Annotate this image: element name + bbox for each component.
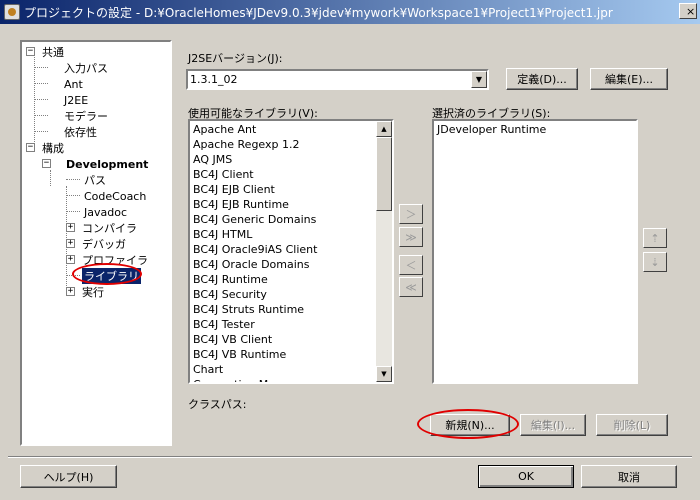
j2se-version-label: J2SEバージョン(J):: [188, 52, 283, 65]
define-button[interactable]: 定義(D)...: [506, 68, 578, 90]
expand-icon[interactable]: +: [66, 239, 75, 248]
tree-item-label: ライブラリ: [82, 268, 141, 284]
tree-line: [34, 67, 48, 68]
scroll-thumb[interactable]: [376, 137, 392, 211]
list-item[interactable]: BC4J VB Runtime: [191, 347, 391, 362]
collapse-icon[interactable]: −: [26, 47, 35, 56]
tree-line: [66, 275, 80, 276]
list-item[interactable]: BC4J EJB Runtime: [191, 197, 391, 212]
list-item[interactable]: BC4J Tester: [191, 317, 391, 332]
tree-line: [66, 211, 80, 212]
tree-item-modeler[interactable]: モデラー: [64, 108, 108, 124]
tree-line: [50, 170, 51, 186]
new-classpath-button[interactable]: 新規(N)...: [430, 414, 510, 436]
close-button[interactable]: ×: [679, 3, 697, 19]
add-all-libraries-button[interactable]: ≫: [399, 227, 423, 247]
tree-item-j2ee[interactable]: J2EE: [64, 92, 88, 108]
tree-line: [34, 99, 48, 100]
tree-item-label: プロファイラ: [82, 254, 148, 267]
tree-item-libraries[interactable]: ライブラリ: [82, 268, 141, 284]
edit-classpath-button[interactable]: 編集(I)...: [520, 414, 586, 436]
tree-item-path[interactable]: パス: [84, 172, 106, 188]
dropdown-arrow-icon[interactable]: ▼: [471, 71, 487, 88]
cancel-button[interactable]: 取消: [581, 465, 677, 488]
list-item[interactable]: BC4J Generic Domains: [191, 212, 391, 227]
tree-item-dependencies[interactable]: 依存性: [64, 124, 97, 140]
selected-libraries-items: JDeveloper Runtime: [435, 122, 635, 137]
move-down-button[interactable]: ⇣: [643, 252, 667, 272]
expand-icon[interactable]: +: [66, 223, 75, 232]
tree-item-label: デバッガ: [82, 238, 126, 251]
move-up-button[interactable]: ⇡: [643, 228, 667, 248]
window-title: プロジェクトの設定 - D:¥OracleHomes¥JDev9.0.3¥jde…: [24, 5, 613, 20]
j2se-version-select[interactable]: 1.3.1_02 ▼: [186, 69, 489, 90]
scroll-up-icon[interactable]: ▲: [376, 121, 392, 137]
tree-item-label: 実行: [82, 286, 104, 299]
list-item[interactable]: AQ JMS: [191, 152, 391, 167]
list-item[interactable]: BC4J VB Client: [191, 332, 391, 347]
tree-line: [34, 131, 48, 132]
footer-separator: [8, 456, 692, 458]
selected-libraries-list[interactable]: JDeveloper Runtime: [432, 119, 638, 384]
list-item[interactable]: BC4J Struts Runtime: [191, 302, 391, 317]
list-item[interactable]: BC4J Runtime: [191, 272, 391, 287]
scroll-down-icon[interactable]: ▼: [376, 366, 392, 382]
available-libraries-items: Apache Ant Apache Regexp 1.2 AQ JMS BC4J Cl…: [191, 122, 391, 382]
list-item[interactable]: Apache Ant: [191, 122, 391, 137]
help-button[interactable]: ヘルプ(H): [20, 465, 117, 488]
tree-item-ant[interactable]: Ant: [64, 76, 83, 92]
add-library-button[interactable]: ＞: [399, 204, 423, 224]
j2se-version-value: 1.3.1_02: [190, 73, 238, 86]
list-item[interactable]: BC4J EJB Client: [191, 182, 391, 197]
list-item[interactable]: JDeveloper Runtime: [435, 122, 635, 137]
tree-item-label: 構成: [42, 142, 64, 155]
list-item[interactable]: BC4J Oracle9iAS Client: [191, 242, 391, 257]
tree-item-label: 共通: [42, 46, 64, 59]
available-libraries-scrollbar[interactable]: ▲ ▼: [376, 121, 392, 382]
remove-all-libraries-button[interactable]: ≪: [399, 277, 423, 297]
collapse-icon[interactable]: −: [42, 159, 51, 168]
app-icon: [4, 4, 20, 20]
list-item[interactable]: BC4J Oracle Domains: [191, 257, 391, 272]
ok-button[interactable]: OK: [478, 465, 574, 488]
list-item[interactable]: BC4J Client: [191, 167, 391, 182]
tree-item-codecoach[interactable]: CodeCoach: [84, 188, 146, 204]
list-item[interactable]: BC4J Security: [191, 287, 391, 302]
tree-item-label: コンパイラ: [82, 222, 137, 235]
available-libraries-list[interactable]: Apache Ant Apache Regexp 1.2 AQ JMS BC4J Cl…: [188, 119, 394, 384]
tree-item-input-path[interactable]: 入力パス: [64, 60, 108, 76]
title-bar[interactable]: プロジェクトの設定 - D:¥OracleHomes¥JDev9.0.3¥jde…: [0, 0, 700, 24]
classpath-label: クラスパス:: [188, 398, 247, 411]
tree-line: [66, 195, 80, 196]
settings-tree[interactable]: − 共通 入力パス Ant J2EE モデラー 依存性 − 構成 − Devel…: [20, 40, 172, 446]
list-item[interactable]: BC4J HTML: [191, 227, 391, 242]
collapse-icon[interactable]: −: [26, 143, 35, 152]
tree-line: [34, 115, 48, 116]
tree-line: [34, 54, 35, 150]
list-item[interactable]: Apache Regexp 1.2: [191, 137, 391, 152]
delete-classpath-button[interactable]: 削除(L): [596, 414, 668, 436]
remove-library-button[interactable]: ＜: [399, 255, 423, 275]
tree-item-label: Development: [66, 157, 149, 171]
tree-line: [34, 83, 48, 84]
tree-line: [66, 179, 80, 180]
tree-item-javadoc[interactable]: Javadoc: [84, 204, 127, 220]
list-item[interactable]: Chart: [191, 362, 391, 377]
list-item[interactable]: Connection Manager: [191, 377, 391, 382]
edit-j2se-button[interactable]: 編集(E)...: [590, 68, 668, 90]
expand-icon[interactable]: +: [66, 287, 75, 296]
expand-icon[interactable]: +: [66, 255, 75, 264]
